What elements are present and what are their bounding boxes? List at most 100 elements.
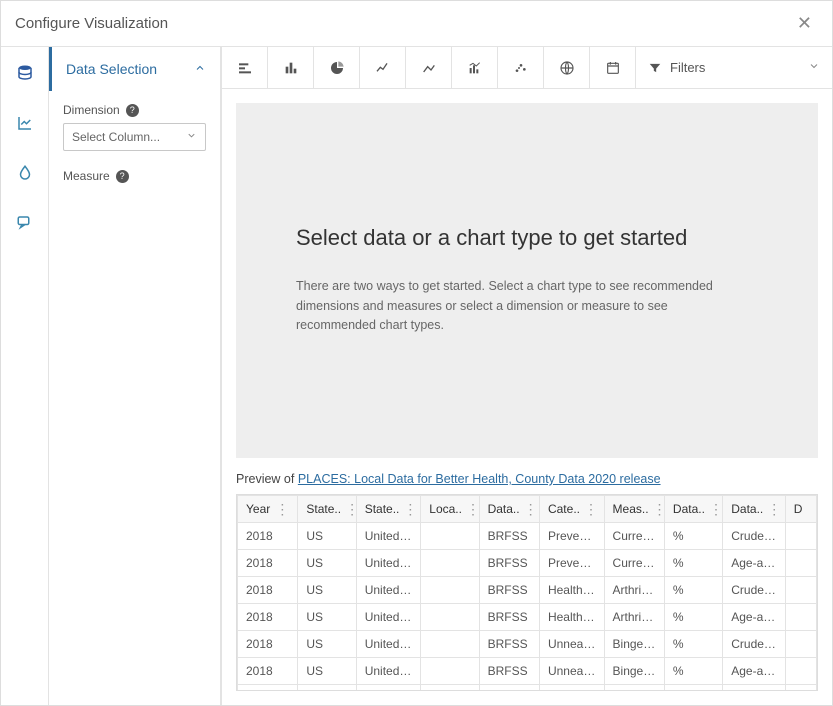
chevron-down-icon <box>186 130 197 144</box>
chart-type-line[interactable] <box>360 47 406 88</box>
table-cell: United St.. <box>356 631 421 658</box>
tab-axis[interactable] <box>9 107 41 139</box>
column-header[interactable]: Data..⋮ <box>723 496 785 523</box>
filters-label: Filters <box>670 60 705 75</box>
table-cell: BRFSS <box>479 550 539 577</box>
column-menu-icon[interactable]: ⋮ <box>403 502 417 516</box>
area-icon <box>421 60 437 76</box>
chart-type-combo[interactable] <box>452 47 498 88</box>
chart-canvas: Select data or a chart type to get start… <box>236 103 818 458</box>
combo-icon <box>467 60 483 76</box>
table-header-row: Year⋮State..⋮State..⋮Loca..⋮Data..⋮Cate.… <box>238 496 817 523</box>
table-cell <box>785 577 816 604</box>
title-bar: Configure Visualization ✕ <box>1 1 832 47</box>
table-row[interactable]: 2018USUnited St..BRFSSHealth O..Arthriti… <box>238 604 817 631</box>
table-row[interactable]: 2018USUnited St..BRFSSUnnealth..Binge dr… <box>238 658 817 685</box>
table-cell: United St.. <box>356 577 421 604</box>
column-header[interactable]: Data..⋮ <box>664 496 722 523</box>
callout-icon <box>16 214 34 232</box>
table-cell: BRFSS <box>479 604 539 631</box>
chart-type-calendar[interactable] <box>590 47 636 88</box>
help-icon[interactable]: ? <box>126 104 139 117</box>
table-row[interactable]: 2018USUnited St..BRFSSUnnealth..Binge dr… <box>238 631 817 658</box>
table-cell: Arthritis a.. <box>604 604 664 631</box>
table-cell: United St.. <box>356 604 421 631</box>
table-cell: Crude pr.. <box>723 577 785 604</box>
column-header[interactable]: Year⋮ <box>238 496 298 523</box>
measure-label: Measure <box>63 169 110 183</box>
close-button[interactable]: ✕ <box>791 11 818 36</box>
column-menu-icon[interactable]: ⋮ <box>345 502 356 516</box>
table-cell: Current l.. <box>604 550 664 577</box>
table-cell: % <box>664 658 722 685</box>
table-cell: Age-adjus.. <box>723 550 785 577</box>
column-menu-icon[interactable]: ⋮ <box>524 502 538 516</box>
chevron-down-icon <box>808 60 820 75</box>
table-cell: 2018 <box>238 550 298 577</box>
column-header[interactable]: State..⋮ <box>356 496 421 523</box>
chart-type-bar-h[interactable] <box>222 47 268 88</box>
table-row[interactable]: 2017USUnited St..BRFSSHealth O..High blo… <box>238 685 817 692</box>
column-menu-icon[interactable]: ⋮ <box>709 502 723 516</box>
table-row[interactable]: 2018USUnited St..BRFSSPreventionCurrent … <box>238 550 817 577</box>
table-cell: US <box>298 685 356 692</box>
line-icon <box>375 60 391 76</box>
data-selection-header[interactable]: Data Selection <box>49 47 220 91</box>
globe-icon <box>559 60 575 76</box>
table-cell <box>785 658 816 685</box>
preview-table-wrap[interactable]: Year⋮State..⋮State..⋮Loca..⋮Data..⋮Cate.… <box>236 494 818 691</box>
table-cell: Age-adjus.. <box>723 658 785 685</box>
main-area: Filters Select data or a chart type to g… <box>221 47 832 705</box>
pie-icon <box>329 60 345 76</box>
preview-caption: Preview of PLACES: Local Data for Better… <box>222 472 832 494</box>
table-cell <box>421 550 479 577</box>
table-cell: BRFSS <box>479 631 539 658</box>
table-cell <box>421 685 479 692</box>
table-cell: % <box>664 685 722 692</box>
table-cell <box>421 577 479 604</box>
table-cell: Health O.. <box>539 604 604 631</box>
table-cell <box>785 550 816 577</box>
tab-style[interactable] <box>9 157 41 189</box>
column-menu-icon[interactable]: ⋮ <box>767 502 781 516</box>
filters-dropdown[interactable]: Filters <box>636 47 832 88</box>
table-row[interactable]: 2018USUnited St..BRFSSPreventionCurrent … <box>238 523 817 550</box>
droplet-icon <box>16 164 34 182</box>
table-cell: United St.. <box>356 658 421 685</box>
chart-type-pie[interactable] <box>314 47 360 88</box>
tab-data[interactable] <box>9 57 41 89</box>
database-icon <box>16 64 34 82</box>
table-cell: % <box>664 523 722 550</box>
column-menu-icon[interactable]: ⋮ <box>466 502 479 516</box>
column-header[interactable]: Loca..⋮ <box>421 496 479 523</box>
canvas-heading: Select data or a chart type to get start… <box>296 225 687 251</box>
column-menu-icon[interactable]: ⋮ <box>653 502 665 516</box>
column-header[interactable]: Data..⋮ <box>479 496 539 523</box>
help-icon[interactable]: ? <box>116 170 129 183</box>
table-cell <box>785 631 816 658</box>
table-cell: % <box>664 631 722 658</box>
table-cell <box>421 631 479 658</box>
column-menu-icon[interactable]: ⋮ <box>275 502 289 516</box>
chart-type-map[interactable] <box>544 47 590 88</box>
chart-type-area[interactable] <box>406 47 452 88</box>
column-header[interactable]: State..⋮ <box>298 496 356 523</box>
chart-toolbar: Filters <box>222 47 832 89</box>
table-cell: US <box>298 604 356 631</box>
table-row[interactable]: 2018USUnited St..BRFSSHealth O..Arthriti… <box>238 577 817 604</box>
chart-type-bar-v[interactable] <box>268 47 314 88</box>
table-cell: Binge dri.. <box>604 658 664 685</box>
column-menu-icon[interactable]: ⋮ <box>584 502 598 516</box>
table-cell: BRFSS <box>479 658 539 685</box>
table-cell: Health O.. <box>539 685 604 692</box>
preview-dataset-link[interactable]: PLACES: Local Data for Better Health, Co… <box>298 472 661 486</box>
tab-labels[interactable] <box>9 207 41 239</box>
dimension-select[interactable]: Select Column... <box>63 123 206 151</box>
table-cell: US <box>298 631 356 658</box>
column-header[interactable]: Cate..⋮ <box>539 496 604 523</box>
column-header[interactable]: Meas..⋮ <box>604 496 664 523</box>
chart-type-scatter[interactable] <box>498 47 544 88</box>
table-cell <box>421 604 479 631</box>
table-cell: 2018 <box>238 523 298 550</box>
column-header[interactable]: D⋮ <box>785 496 816 523</box>
